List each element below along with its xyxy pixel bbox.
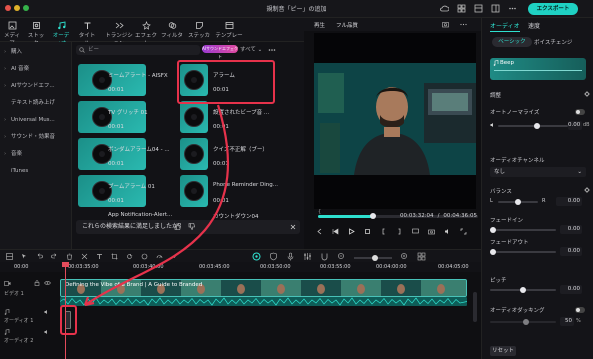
drag-arrow-annotation [83, 104, 230, 307]
